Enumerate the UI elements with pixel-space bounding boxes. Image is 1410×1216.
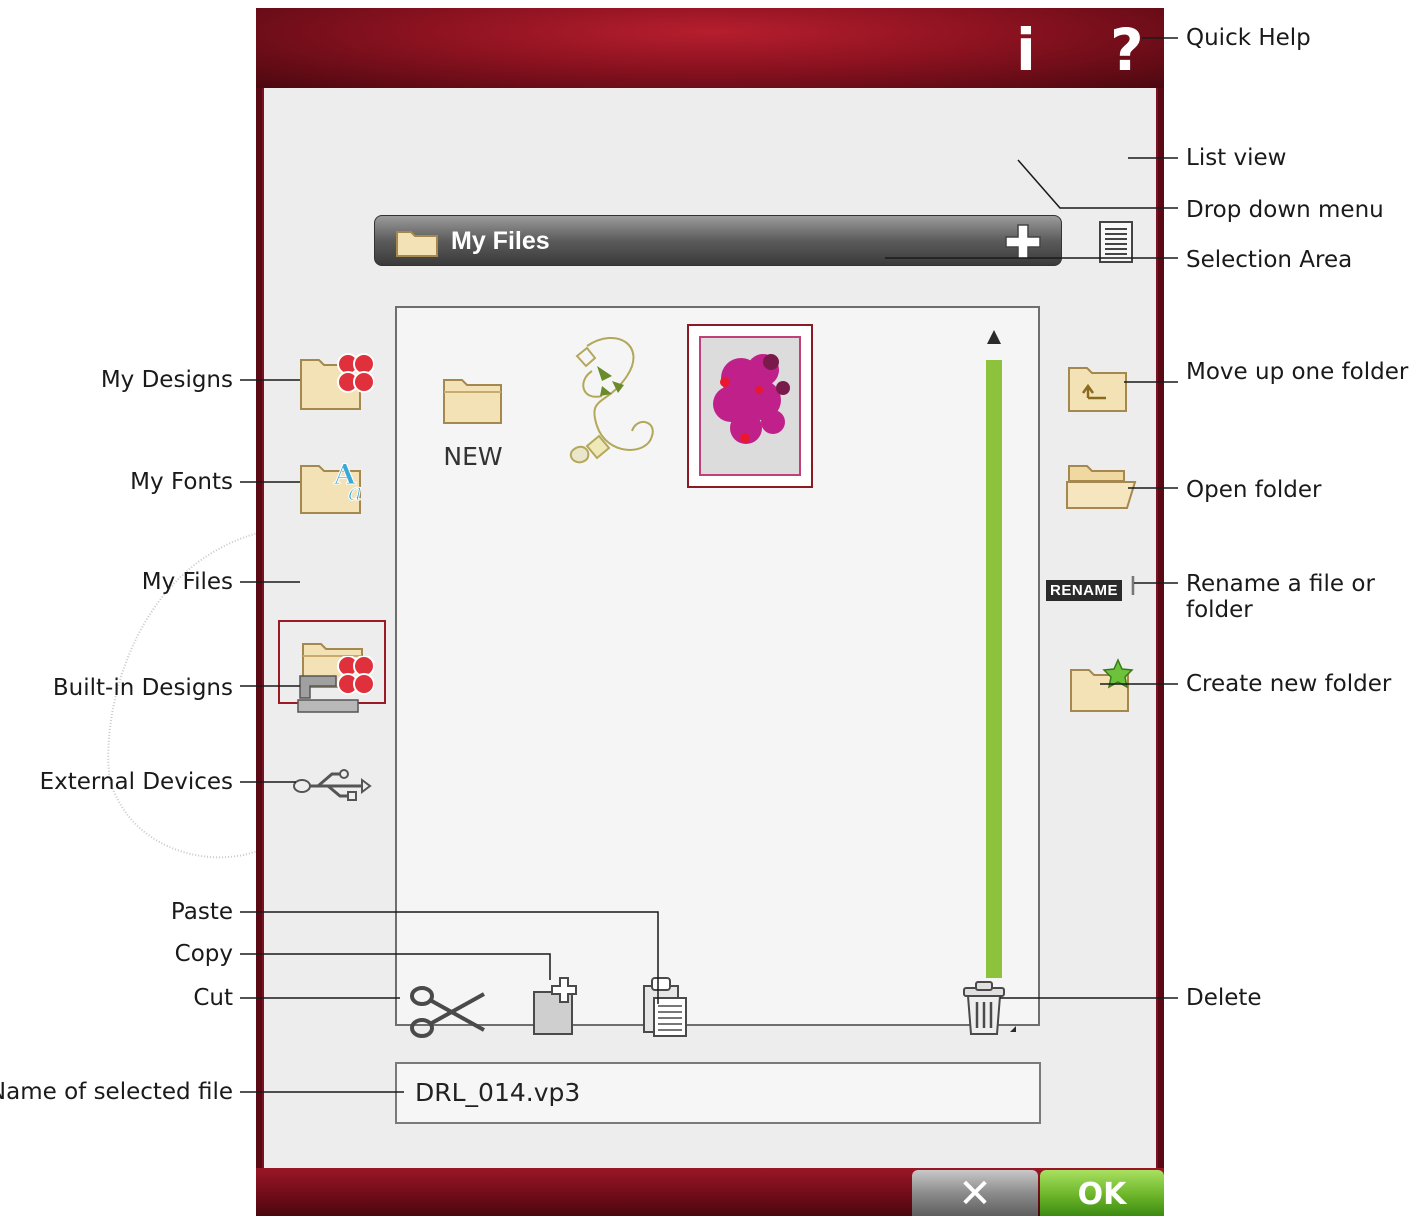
label-my-files: My Files: [141, 569, 233, 595]
quick-help-icon[interactable]: ?: [1110, 18, 1144, 82]
dropdown-label: My Files: [451, 227, 550, 255]
built-in-designs-icon[interactable]: [294, 656, 374, 718]
new-folder-label: NEW: [443, 442, 503, 471]
text-cursor-icon: I: [1129, 572, 1137, 602]
label-open-folder: Open folder: [1186, 477, 1322, 503]
list-view-icon[interactable]: [1098, 220, 1134, 264]
new-folder-star-icon[interactable]: [1068, 658, 1134, 714]
folder-dropdown[interactable]: My Files: [374, 215, 1062, 266]
label-rename-line1: Rename a file or: [1186, 571, 1375, 597]
new-folder-item-icon[interactable]: [441, 374, 505, 426]
pink-floral-icon: [713, 354, 790, 444]
rename-badge: RENAME: [1046, 580, 1123, 601]
selection-area[interactable]: NEW: [395, 306, 1040, 1026]
info-icon[interactable]: i: [1016, 18, 1036, 82]
my-designs-folder-icon[interactable]: [298, 350, 374, 412]
label-my-fonts: My Fonts: [130, 469, 233, 495]
selected-file-name: DRL_014.vp3: [415, 1078, 581, 1107]
label-selection-area: Selection Area: [1186, 247, 1353, 273]
file-manager-panel: My Files NEW A a RENAME I DRL_014.vp3: [262, 88, 1158, 1174]
label-quick-help: Quick Help: [1186, 25, 1311, 51]
folder-icon: [396, 231, 438, 257]
floral-design-thumbnail[interactable]: [557, 326, 667, 476]
label-external: External Devices: [39, 769, 233, 795]
dropdown-plus-icon[interactable]: [1003, 222, 1043, 262]
usb-icon[interactable]: [292, 764, 372, 808]
label-built-in: Built-in Designs: [52, 675, 233, 701]
selected-file-name-field[interactable]: DRL_014.vp3: [395, 1062, 1041, 1124]
label-move-up: Move up one folder: [1186, 359, 1409, 385]
label-drop-down-menu: Drop down menu: [1186, 197, 1384, 223]
label-copy: Copy: [174, 941, 233, 967]
label-list-view: List view: [1186, 145, 1287, 171]
label-create-folder: Create new folder: [1186, 671, 1392, 697]
design-preview: [699, 336, 801, 476]
ok-button[interactable]: OK: [1040, 1170, 1164, 1216]
device-screen: i ? My Files NEW A a RENAME I DRL_014.vp…: [256, 8, 1164, 1216]
label-name-selected: Name of selected file: [0, 1079, 233, 1105]
scissors-icon[interactable]: [408, 982, 488, 1042]
svg-text:a: a: [348, 478, 362, 506]
top-bar: i ?: [256, 8, 1164, 88]
cancel-button[interactable]: ✕: [912, 1170, 1038, 1216]
folder-up-icon[interactable]: [1066, 362, 1130, 414]
label-cut: Cut: [193, 985, 233, 1011]
trash-icon[interactable]: [960, 980, 1020, 1044]
label-paste: Paste: [170, 899, 233, 925]
label-delete: Delete: [1186, 985, 1262, 1011]
scroll-up-arrow[interactable]: [987, 330, 1001, 344]
label-my-designs: My Designs: [100, 367, 233, 393]
clipboard-icon[interactable]: [640, 976, 692, 1040]
selected-design-thumbnail[interactable]: [687, 324, 813, 488]
my-fonts-folder-icon[interactable]: A a: [298, 454, 374, 516]
label-rename-line2: folder: [1186, 597, 1253, 623]
copy-icon[interactable]: [530, 974, 586, 1038]
open-folder-icon[interactable]: [1064, 460, 1138, 512]
rename-button[interactable]: RENAME I: [1046, 572, 1137, 602]
scrollbar[interactable]: [986, 360, 1002, 978]
